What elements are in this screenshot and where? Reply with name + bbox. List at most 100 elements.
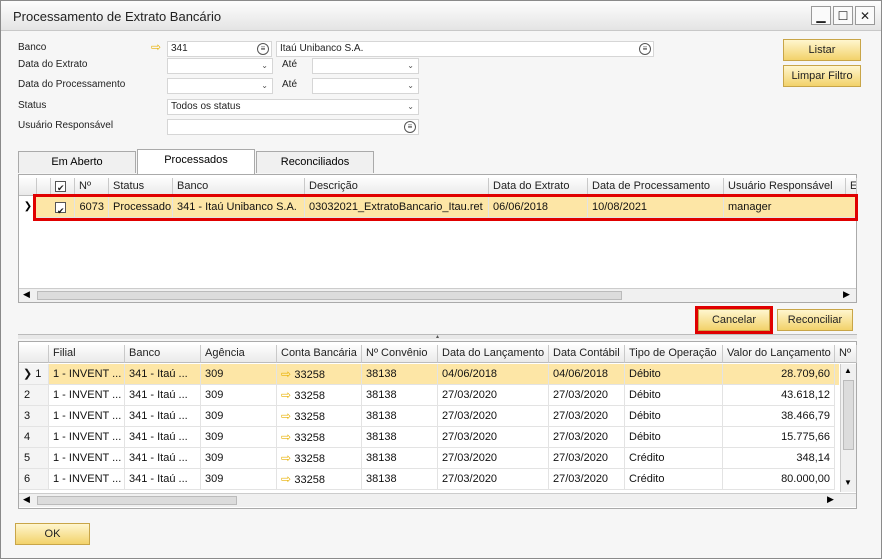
scroll-thumb[interactable]	[37, 291, 622, 300]
cell-conta-value: 33258	[294, 369, 325, 381]
scroll-thumb[interactable]	[37, 496, 237, 505]
limpar-filtro-button[interactable]: Limpar Filtro	[783, 65, 861, 87]
scroll-thumb[interactable]	[843, 380, 854, 450]
status-label: Status	[18, 100, 47, 111]
cell-agencia: 309	[201, 406, 277, 427]
select-all-checkbox[interactable]	[55, 180, 66, 195]
chevron-down-icon[interactable]: ⌄	[261, 59, 268, 73]
window-title: Processamento de Extrato Bancário	[13, 9, 222, 24]
chevron-down-icon[interactable]: ⌄	[407, 79, 414, 93]
row-number[interactable]: ❯ 1	[19, 364, 49, 385]
tab-reconciliados[interactable]: Reconciliados	[256, 151, 374, 173]
col-data-contabil[interactable]: Data Contábil	[549, 345, 625, 363]
row-number[interactable]: 3	[19, 406, 49, 427]
link-arrow-icon[interactable]: ⇨	[281, 367, 294, 381]
reconciliar-button[interactable]: Reconciliar	[777, 309, 853, 331]
row-number[interactable]: 2	[19, 385, 49, 406]
status-select[interactable]: Todos os status ⌄	[167, 99, 419, 115]
cell-conta: ⇨ 33258	[277, 469, 362, 490]
link-arrow-icon[interactable]: ⇨	[281, 388, 294, 402]
cell-data-contabil-value: 27/03/2020	[553, 431, 609, 443]
data-extrato-to-field[interactable]: ⌄	[312, 58, 419, 74]
col-banco[interactable]: Banco	[173, 178, 305, 196]
minimize-button[interactable]: ▁	[811, 6, 831, 25]
col-agencia[interactable]: Agência	[201, 345, 277, 363]
scroll-up-icon[interactable]: ▲	[844, 366, 852, 375]
scroll-down-icon[interactable]: ▼	[844, 478, 852, 487]
table-row[interactable]: 6073 Processado 341 - Itaú Unibanco S.A.…	[33, 194, 858, 221]
row-spacer	[37, 197, 51, 218]
row-number[interactable]: 5	[19, 448, 49, 469]
ok-button[interactable]: OK	[15, 523, 90, 545]
horizontal-scrollbar[interactable]: ◀ ▶	[19, 288, 856, 302]
chevron-down-icon[interactable]: ⌄	[261, 79, 268, 93]
banco-name-field[interactable]: Itaú Unibanco S.A. ≡	[276, 41, 654, 57]
col-filial[interactable]: Filial	[49, 345, 125, 363]
col-data-processamento[interactable]: Data de Processamento	[588, 178, 724, 196]
cell-data-lancamento: 04/06/2018	[438, 364, 549, 385]
col-numero[interactable]: Nº	[75, 178, 109, 196]
col-status[interactable]: Status	[109, 178, 173, 196]
cell-data-contabil: 27/03/2020	[549, 406, 625, 427]
link-arrow-icon[interactable]: ⇨	[281, 430, 294, 444]
close-button[interactable]: ✕	[855, 6, 875, 25]
table-row[interactable]: 41 - INVENT ... 341 - Itaú ... 309 ⇨ 33258 3…	[19, 427, 839, 448]
cell-conta: ⇨ 33258	[277, 406, 362, 427]
table-row[interactable]: 31 - INVENT ... 341 - Itaú ... 309 ⇨ 33258 3…	[19, 406, 839, 427]
col-e[interactable]: E	[846, 178, 857, 196]
select-all-header[interactable]	[51, 178, 75, 196]
col-numero[interactable]: Nº	[835, 345, 857, 363]
cell-tipo-operacao: Débito	[625, 406, 723, 427]
row-checkbox[interactable]	[55, 201, 66, 217]
scroll-right-icon[interactable]: ▶	[843, 289, 850, 300]
tab-processados[interactable]: Processados	[137, 149, 255, 174]
chevron-down-icon[interactable]: ⌄	[407, 100, 414, 114]
link-arrow-icon[interactable]: ⇨	[281, 472, 294, 486]
cell-conta-value: 33258	[294, 432, 325, 444]
row-checkbox-cell[interactable]	[51, 197, 75, 218]
horizontal-scrollbar[interactable]: ◀ ▶	[19, 493, 856, 507]
col-conta[interactable]: Conta Bancária	[277, 345, 362, 363]
banco-code-field[interactable]: 341 ≡	[167, 41, 272, 57]
list-choose-icon[interactable]: ≡	[639, 43, 651, 55]
chevron-down-icon[interactable]: ⌄	[407, 59, 414, 73]
col-banco[interactable]: Banco	[125, 345, 201, 363]
cell-tipo-operacao-value: Crédito	[629, 473, 665, 485]
maximize-button[interactable]: ☐	[833, 6, 853, 25]
list-choose-icon[interactable]: ≡	[257, 43, 269, 55]
scroll-right-icon[interactable]: ▶	[827, 494, 834, 505]
col-usuario[interactable]: Usuário Responsável	[724, 178, 846, 196]
link-arrow-icon[interactable]: ⇨	[151, 40, 161, 54]
table-row[interactable]: ❯ 1 1 - INVENT ... 341 - Itaú ... 309 ⇨ 3325…	[19, 364, 839, 385]
cell-agencia: 309	[201, 469, 277, 490]
data-extrato-from-field[interactable]: ⌄	[167, 58, 273, 74]
data-proc-from-field[interactable]: ⌄	[167, 78, 273, 94]
splitter[interactable]: ▴	[18, 334, 857, 340]
usuario-field[interactable]: ≡	[167, 119, 419, 135]
table-row[interactable]: 21 - INVENT ... 341 - Itaú ... 309 ⇨ 33258 3…	[19, 385, 839, 406]
table-row[interactable]: 51 - INVENT ... 341 - Itaú ... 309 ⇨ 33258 3…	[19, 448, 839, 469]
row-number[interactable]: 6	[19, 469, 49, 490]
col-convenio[interactable]: Nº Convênio	[362, 345, 438, 363]
row-number[interactable]: 4	[19, 427, 49, 448]
col-data-extrato[interactable]: Data do Extrato	[489, 178, 588, 196]
cell-convenio-value: 38138	[366, 410, 397, 422]
cell-filial: 1 - INVENT ...	[49, 406, 125, 427]
listar-button[interactable]: Listar	[783, 39, 861, 61]
col-tipo-operacao[interactable]: Tipo de Operação	[625, 345, 723, 363]
vertical-scrollbar[interactable]: ▲ ▼	[840, 364, 856, 492]
col-valor[interactable]: Valor do Lançamento	[723, 345, 835, 363]
col-data-lancamento[interactable]: Data do Lançamento	[438, 345, 549, 363]
cell-banco: 341 - Itaú ...	[125, 364, 201, 385]
link-arrow-icon[interactable]: ⇨	[281, 409, 294, 423]
list-choose-icon[interactable]: ≡	[404, 121, 416, 133]
cell-filial-value: 1 - INVENT ...	[53, 389, 122, 401]
table-row[interactable]: 61 - INVENT ... 341 - Itaú ... 309 ⇨ 33258 3…	[19, 469, 839, 490]
data-proc-to-field[interactable]: ⌄	[312, 78, 419, 94]
scroll-left-icon[interactable]: ◀	[23, 494, 30, 505]
link-arrow-icon[interactable]: ⇨	[281, 451, 294, 465]
tab-em-aberto[interactable]: Em Aberto	[18, 151, 136, 173]
col-descricao[interactable]: Descrição	[305, 178, 489, 196]
cancelar-button[interactable]: Cancelar	[695, 306, 773, 334]
scroll-left-icon[interactable]: ◀	[23, 289, 30, 300]
